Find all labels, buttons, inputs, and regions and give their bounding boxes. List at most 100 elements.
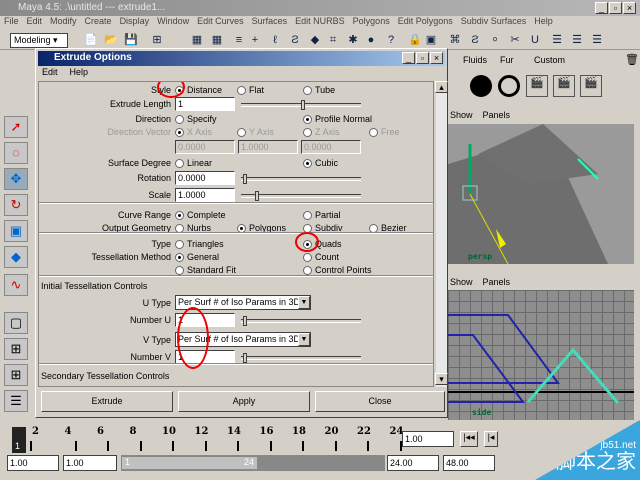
radio-general[interactable]: General	[175, 252, 219, 262]
time-slider[interactable]: 1 2 4 6 8 10 12 14 16 18 20 22 24	[8, 425, 403, 453]
range-slider-handle[interactable]: 1 24	[121, 456, 258, 470]
radio-cubic[interactable]: Cubic	[303, 158, 338, 168]
menu-edit-curves[interactable]: Edit Curves	[197, 16, 244, 30]
dialog-minimize-button[interactable]: _	[402, 52, 415, 64]
selection-mask-icon[interactable]: ▣	[424, 33, 438, 47]
scroll-down-arrow[interactable]: ▾	[435, 373, 448, 385]
range-slider[interactable]: 1 24	[121, 455, 385, 471]
radio-triangles[interactable]: Triangles	[175, 239, 224, 249]
tool3-icon[interactable]: ⸰	[488, 33, 502, 47]
help-icon[interactable]: ?	[384, 33, 398, 47]
options-scrollbar[interactable]: ▴ ▾	[435, 81, 448, 387]
rotation-slider[interactable]	[241, 174, 361, 184]
radio-flat[interactable]: Flat	[237, 85, 264, 95]
apply-button[interactable]: Apply	[178, 391, 310, 412]
current-time-field[interactable]: 1.00	[402, 431, 454, 447]
dialog-menu-edit[interactable]: Edit	[42, 67, 58, 77]
move-tool-icon[interactable]: ✥	[4, 168, 28, 190]
menu-surfaces[interactable]: Surfaces	[252, 16, 288, 30]
radio-specify[interactable]: Specify	[175, 114, 217, 124]
dialog-maximize-button[interactable]: ▫	[416, 52, 429, 64]
mode-select[interactable]: Modeling ▾	[10, 33, 68, 48]
persp-viewport[interactable]: persp	[448, 124, 634, 264]
radio-linear[interactable]: Linear	[175, 158, 212, 168]
tool-icon[interactable]: ⌘	[448, 33, 462, 47]
scale-field[interactable]: 1.0000	[175, 188, 235, 202]
menu-edit[interactable]: Edit	[27, 16, 43, 30]
start-time-field[interactable]: 1.00	[7, 455, 59, 471]
menu-panels[interactable]: Panels	[483, 277, 511, 291]
menu-show[interactable]: Show	[450, 110, 473, 124]
history-icon[interactable]: ⌗	[326, 33, 340, 47]
slider-thumb[interactable]	[243, 316, 247, 326]
magnet-icon[interactable]: U	[528, 33, 542, 47]
menu-file[interactable]: File	[4, 16, 19, 30]
slider-thumb[interactable]	[243, 174, 247, 184]
extrude-length-slider[interactable]	[241, 100, 361, 110]
radio-z-axis[interactable]: Z Axis	[303, 127, 340, 137]
close-button[interactable]: ×	[623, 2, 636, 14]
menu-polygons[interactable]: Polygons	[353, 16, 390, 30]
menu-edit-nurbs[interactable]: Edit NURBS	[295, 16, 345, 30]
render-settings-icon[interactable]: 🎬	[580, 75, 602, 97]
menu-edit-polygons[interactable]: Edit Polygons	[398, 16, 453, 30]
snap-curve-icon[interactable]: ℓ	[268, 33, 282, 47]
render-icon[interactable]: 🎬	[526, 75, 548, 97]
chevron-down-icon[interactable]: ▼	[298, 333, 310, 346]
dialog-menu-help[interactable]: Help	[70, 67, 89, 77]
shelf-tab-fur[interactable]: Fur	[500, 55, 514, 65]
number-v-slider[interactable]	[241, 353, 361, 363]
select-hierarchy-icon[interactable]: ⊞	[150, 33, 164, 47]
slider-thumb[interactable]	[243, 353, 247, 363]
layer-editor-icon[interactable]: ☰	[570, 33, 584, 47]
rotation-field[interactable]: 0.0000	[175, 171, 235, 185]
range-start-field[interactable]: 1.00	[63, 455, 117, 471]
scale-tool-icon[interactable]: ▣	[4, 220, 28, 242]
radio-x-axis[interactable]: X Axis	[175, 127, 212, 137]
go-to-start-button[interactable]: |◂◂	[460, 431, 478, 447]
radio-free[interactable]: Free	[369, 127, 400, 137]
lock-icon[interactable]: 🔒	[408, 33, 422, 47]
number-u-slider[interactable]	[241, 316, 361, 326]
maximize-button[interactable]: ▫	[609, 2, 622, 14]
radio-control-points[interactable]: Control Points	[303, 265, 372, 275]
scroll-up-arrow[interactable]: ▴	[435, 81, 448, 93]
extrude-button[interactable]: Extrude	[41, 391, 173, 412]
single-view-icon[interactable]: ▢	[4, 312, 28, 334]
shelf-tab-custom[interactable]: Custom	[534, 55, 565, 65]
select-tool-icon[interactable]: ➚	[4, 116, 28, 138]
radio-tube[interactable]: Tube	[303, 85, 335, 95]
curve-tool-icon[interactable]: ∿	[4, 274, 28, 296]
shelf-tab-fluids[interactable]: Fluids	[463, 55, 487, 65]
tool4-icon[interactable]: ✂	[508, 33, 522, 47]
shader-ring-icon[interactable]	[498, 75, 520, 97]
end-time-field[interactable]: 48.00	[443, 455, 495, 471]
trash-icon[interactable]: 🗑	[625, 53, 639, 66]
snap-menu-icon[interactable]: ≡	[232, 33, 246, 47]
lasso-tool-icon[interactable]: ◌	[4, 142, 28, 164]
radio-count[interactable]: Count	[303, 252, 339, 262]
channel-box-icon[interactable]: ☰	[550, 33, 564, 47]
extrude-length-field[interactable]: 1	[175, 97, 235, 111]
render-region-icon[interactable]: ✱	[346, 33, 360, 47]
menu-show[interactable]: Show	[450, 277, 473, 291]
open-scene-icon[interactable]: 📂	[104, 33, 118, 47]
slider-thumb[interactable]	[301, 100, 305, 110]
shader-black-icon[interactable]	[470, 75, 492, 97]
select-object-icon[interactable]: ▦	[190, 33, 204, 47]
new-scene-icon[interactable]: 📄	[84, 33, 98, 47]
close-dialog-button[interactable]: Close	[315, 391, 445, 412]
two-view-icon[interactable]: ⊞	[4, 364, 28, 386]
outliner-layout-icon[interactable]: ☰	[4, 390, 28, 412]
range-end-field[interactable]: 24.00	[387, 455, 439, 471]
save-scene-icon[interactable]: 💾	[124, 33, 138, 47]
four-view-icon[interactable]: ⊞	[4, 338, 28, 360]
radio-partial[interactable]: Partial	[303, 210, 341, 220]
menu-panels[interactable]: Panels	[483, 110, 511, 124]
menu-create[interactable]: Create	[85, 16, 112, 30]
menu-help[interactable]: Help	[534, 16, 553, 30]
scale-slider[interactable]	[241, 191, 361, 201]
slider-thumb[interactable]	[255, 191, 259, 201]
menu-modify[interactable]: Modify	[50, 16, 77, 30]
snap-point-icon[interactable]: Ƨ	[288, 33, 302, 47]
